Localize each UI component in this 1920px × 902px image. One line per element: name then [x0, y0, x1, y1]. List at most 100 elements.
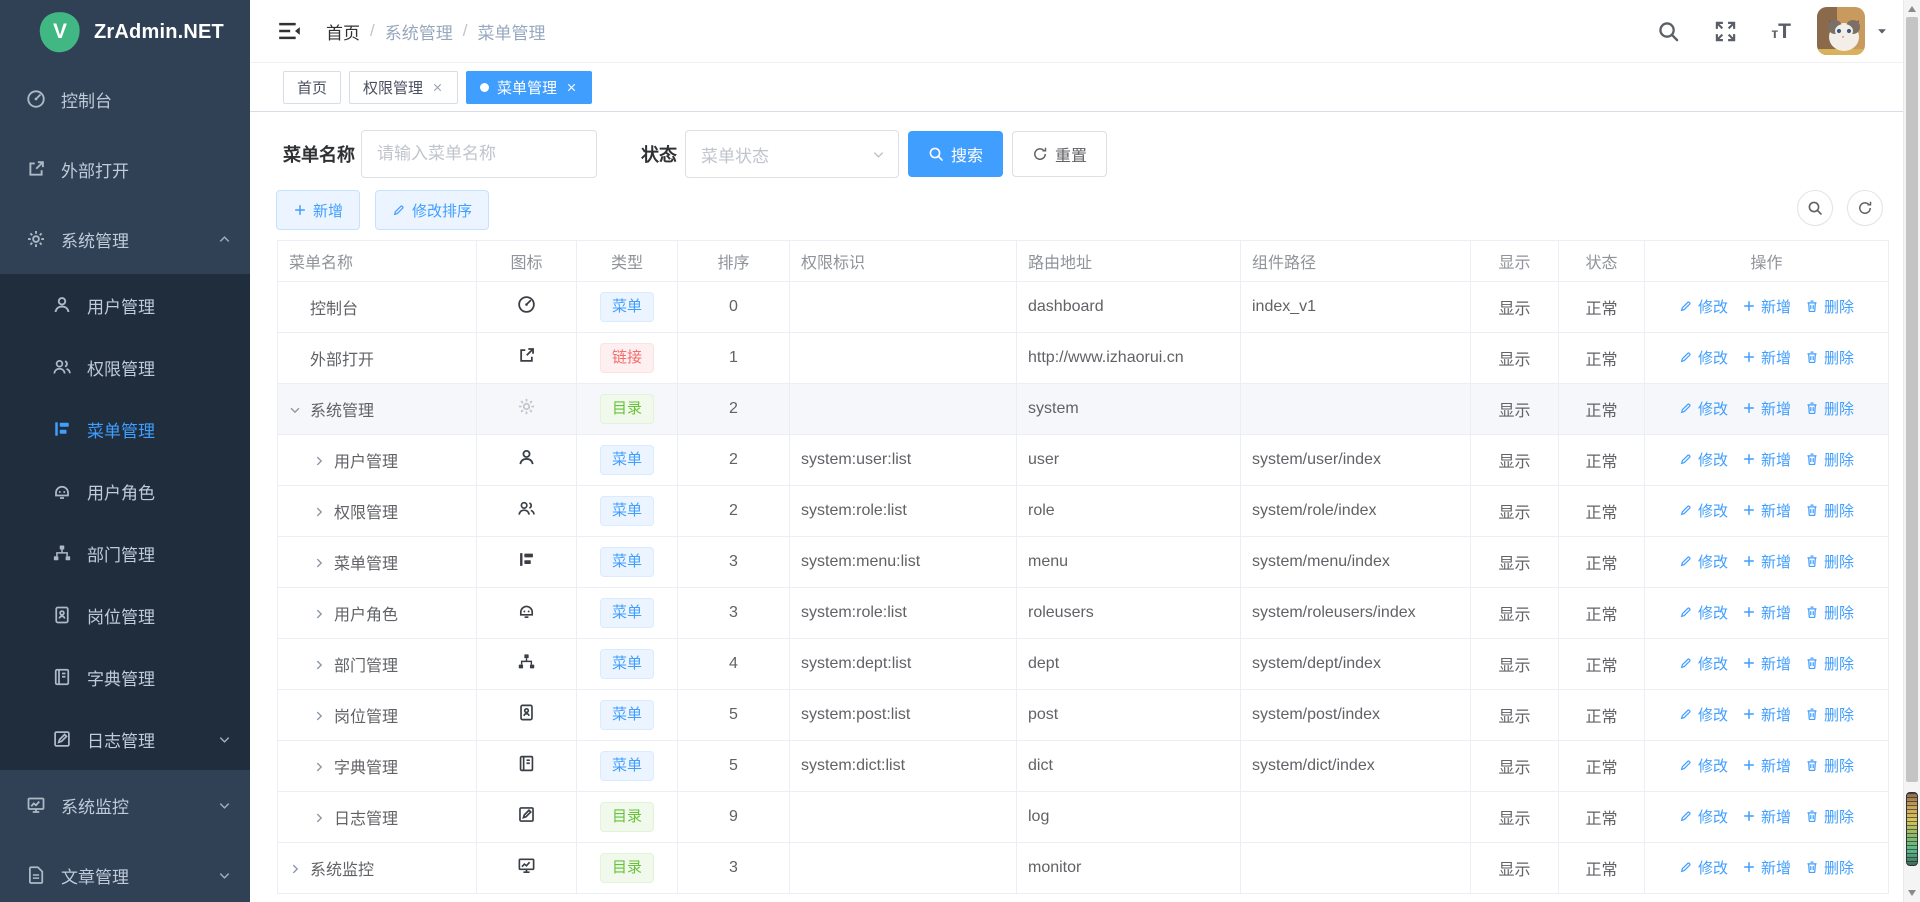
sidebar-item-sitemap[interactable]: 部门管理	[0, 522, 250, 584]
chevron-right-icon[interactable]	[312, 658, 334, 672]
delete-link[interactable]: 删除	[1805, 551, 1854, 572]
sidebar-item-log-edit[interactable]: 日志管理	[0, 708, 250, 770]
sidebar-item-badge[interactable]: 岗位管理	[0, 584, 250, 646]
chevron-right-icon[interactable]	[312, 454, 334, 468]
delete-link[interactable]: 删除	[1805, 857, 1854, 878]
table-row[interactable]: 日志管理目录9log显示正常修改新增删除	[278, 792, 1889, 843]
delete-link[interactable]: 删除	[1805, 806, 1854, 827]
edit-link[interactable]: 修改	[1679, 551, 1728, 572]
menu-name-input[interactable]	[361, 130, 597, 178]
chevron-right-icon[interactable]	[312, 811, 334, 825]
sidebar-item-menu-tree[interactable]: 菜单管理	[0, 398, 250, 460]
tab-view[interactable]: 菜单管理	[466, 71, 592, 104]
table-refresh-button[interactable]	[1847, 190, 1883, 226]
add-link[interactable]: 新增	[1742, 551, 1791, 572]
table-row[interactable]: 岗位管理菜单5system:post:listpostsystem/post/i…	[278, 690, 1889, 741]
edit-link[interactable]: 修改	[1679, 500, 1728, 521]
delete-link[interactable]: 删除	[1805, 653, 1854, 674]
sidebar-item-robot[interactable]: 用户角色	[0, 460, 250, 522]
table-row[interactable]: 权限管理菜单2system:role:listrolesystem/role/i…	[278, 486, 1889, 537]
status-select[interactable]: 菜单状态	[685, 130, 899, 178]
delete-link[interactable]: 删除	[1805, 347, 1854, 368]
action-label: 删除	[1824, 806, 1854, 827]
chevron-down-icon[interactable]	[288, 403, 310, 417]
fullscreen-icon[interactable]	[1714, 20, 1737, 43]
sidebar-collapse-icon[interactable]	[277, 20, 302, 42]
chevron-right-icon[interactable]	[312, 607, 334, 621]
delete-link[interactable]: 删除	[1805, 755, 1854, 776]
sidebar-item-external-link[interactable]: 外部打开	[0, 134, 250, 204]
cell-visible: 显示	[1471, 537, 1559, 588]
cell-order: 4	[678, 639, 790, 690]
avatar[interactable]	[1817, 7, 1865, 55]
table-row[interactable]: 用户角色菜单3system:role:listroleuserssystem/r…	[278, 588, 1889, 639]
delete-link[interactable]: 删除	[1805, 296, 1854, 317]
tab-home[interactable]: 首页	[283, 71, 341, 104]
edit-link[interactable]: 修改	[1679, 755, 1728, 776]
add-link[interactable]: 新增	[1742, 296, 1791, 317]
chevron-right-icon[interactable]	[312, 760, 334, 774]
sidebar-item-monitor[interactable]: 系统监控	[0, 770, 250, 840]
edit-link[interactable]: 修改	[1679, 398, 1728, 419]
sidebar-item-dict-book[interactable]: 字典管理	[0, 646, 250, 708]
edit-link[interactable]: 修改	[1679, 857, 1728, 878]
delete-link[interactable]: 删除	[1805, 449, 1854, 470]
add-link[interactable]: 新增	[1742, 704, 1791, 725]
edit-link[interactable]: 修改	[1679, 806, 1728, 827]
add-link[interactable]: 新增	[1742, 755, 1791, 776]
add-button[interactable]: 新增	[276, 190, 360, 230]
table-row[interactable]: 字典管理菜单5system:dict:listdictsystem/dict/i…	[278, 741, 1889, 792]
close-icon[interactable]	[565, 81, 578, 94]
search-icon[interactable]	[1657, 20, 1680, 43]
table-row[interactable]: 外部打开链接1http://www.izhaorui.cn显示正常修改新增删除	[278, 333, 1889, 384]
edit-sort-button[interactable]: 修改排序	[375, 190, 489, 230]
chevron-right-icon[interactable]	[312, 556, 334, 570]
delete-link[interactable]: 删除	[1805, 398, 1854, 419]
add-link[interactable]: 新增	[1742, 857, 1791, 878]
add-link[interactable]: 新增	[1742, 653, 1791, 674]
edit-link[interactable]: 修改	[1679, 704, 1728, 725]
caret-down-icon[interactable]	[1875, 24, 1889, 38]
scrollbar-thumb[interactable]	[1906, 17, 1918, 782]
table-row[interactable]: 系统管理目录2system显示正常修改新增删除	[278, 384, 1889, 435]
delete-link[interactable]: 删除	[1805, 500, 1854, 521]
chevron-right-icon[interactable]	[312, 709, 334, 723]
tab-view[interactable]: 权限管理	[349, 71, 458, 104]
sidebar-item-users[interactable]: 权限管理	[0, 336, 250, 398]
add-link[interactable]: 新增	[1742, 500, 1791, 521]
edit-link[interactable]: 修改	[1679, 602, 1728, 623]
chevron-right-icon[interactable]	[312, 505, 334, 519]
sidebar-item-article[interactable]: 文章管理	[0, 840, 250, 902]
chevron-right-icon[interactable]	[288, 862, 310, 876]
edit-link[interactable]: 修改	[1679, 347, 1728, 368]
sidebar-item-dashboard[interactable]: 控制台	[0, 64, 250, 134]
add-link[interactable]: 新增	[1742, 347, 1791, 368]
delete-link[interactable]: 删除	[1805, 602, 1854, 623]
sidebar-item-gear[interactable]: 系统管理	[0, 204, 250, 274]
table-row[interactable]: 菜单管理菜单3system:menu:listmenusystem/menu/i…	[278, 537, 1889, 588]
sidebar-item-user[interactable]: 用户管理	[0, 274, 250, 336]
cell-order: 2	[678, 435, 790, 486]
reset-button[interactable]: 重置	[1012, 131, 1107, 177]
scroll-down-arrow-icon[interactable]	[1908, 890, 1916, 896]
table-search-button[interactable]	[1797, 190, 1833, 226]
edit-link[interactable]: 修改	[1679, 653, 1728, 674]
add-link[interactable]: 新增	[1742, 398, 1791, 419]
search-button[interactable]: 搜索	[908, 131, 1003, 177]
close-icon[interactable]	[431, 81, 444, 94]
edit-link[interactable]: 修改	[1679, 296, 1728, 317]
breadcrumb-item[interactable]: 首页	[326, 19, 360, 44]
table-row[interactable]: 用户管理菜单2system:user:listusersystem/user/i…	[278, 435, 1889, 486]
add-link[interactable]: 新增	[1742, 806, 1791, 827]
table-row[interactable]: 部门管理菜单4system:dept:listdeptsystem/dept/i…	[278, 639, 1889, 690]
add-link[interactable]: 新增	[1742, 449, 1791, 470]
page-scrollbar[interactable]	[1903, 0, 1920, 902]
delete-link[interactable]: 删除	[1805, 704, 1854, 725]
cell-status: 正常	[1559, 333, 1645, 384]
edit-link[interactable]: 修改	[1679, 449, 1728, 470]
scroll-up-arrow-icon[interactable]	[1908, 6, 1916, 12]
font-size-icon[interactable]: тT	[1771, 21, 1791, 42]
table-row[interactable]: 控制台菜单0dashboardindex_v1显示正常修改新增删除	[278, 282, 1889, 333]
add-link[interactable]: 新增	[1742, 602, 1791, 623]
table-row[interactable]: 系统监控目录3monitor显示正常修改新增删除	[278, 843, 1889, 894]
